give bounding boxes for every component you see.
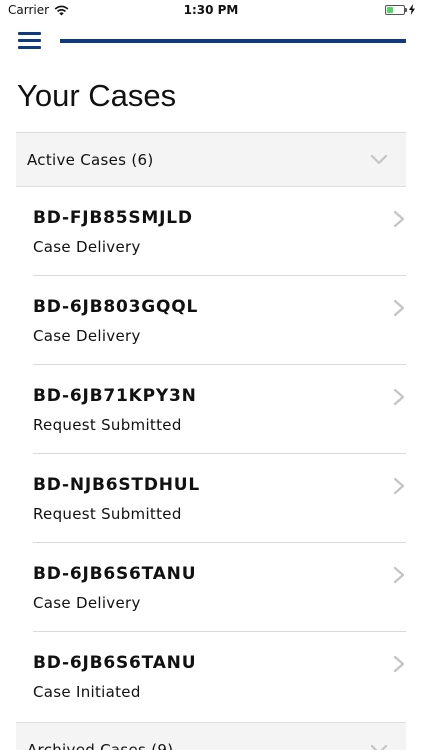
status-bar: Carrier 1:30 PM (0, 0, 422, 22)
battery-fill (387, 6, 393, 13)
case-status: Request Submitted (33, 416, 182, 434)
charging-bolt-icon (409, 4, 415, 15)
case-id: BD-NJB6STDHUL (33, 475, 200, 495)
archived-cases-label: Archived Cases (9) (27, 741, 174, 750)
page-title: Your Cases (17, 78, 177, 113)
case-list-item[interactable]: BD-6JB6S6TANU Case Delivery (33, 543, 406, 632)
case-list-item[interactable]: BD-6JB803GQQL Case Delivery (33, 276, 406, 365)
case-status: Case Initiated (33, 683, 141, 701)
case-list-item[interactable]: BD-6JB6S6TANU Case Initiated (33, 632, 406, 722)
status-right (385, 4, 416, 15)
case-id: BD-6JB803GQQL (33, 297, 199, 317)
chevron-down-icon (370, 744, 388, 750)
case-id: BD-6JB71KPY3N (33, 386, 197, 406)
case-status: Request Submitted (33, 505, 182, 523)
case-status: Case Delivery (33, 327, 141, 345)
nav-accent-rule (60, 39, 406, 43)
chevron-right-icon (393, 210, 405, 228)
case-id: BD-FJB85SMJLD (33, 208, 193, 228)
chevron-right-icon (393, 299, 405, 317)
archived-cases-header[interactable]: Archived Cases (9) (16, 722, 406, 750)
case-list-item[interactable]: BD-FJB85SMJLD Case Delivery (33, 187, 406, 276)
nav-bar (0, 22, 422, 60)
case-status: Case Delivery (33, 238, 141, 256)
chevron-right-icon (393, 388, 405, 406)
chevron-right-icon (393, 477, 405, 495)
case-list-item[interactable]: BD-NJB6STDHUL Request Submitted (33, 454, 406, 543)
active-cases-label: Active Cases (6) (27, 150, 154, 169)
case-list: BD-FJB85SMJLD Case Delivery BD-6JB803GQQL C… (33, 187, 406, 722)
active-cases-header[interactable]: Active Cases (6) (16, 132, 406, 187)
hamburger-menu-icon[interactable] (18, 32, 41, 50)
chevron-right-icon (393, 655, 405, 673)
status-time: 1:30 PM (183, 3, 239, 17)
chevron-down-icon (370, 154, 388, 164)
case-id: BD-6JB6S6TANU (33, 653, 197, 673)
case-id: BD-6JB6S6TANU (33, 564, 197, 584)
case-list-item[interactable]: BD-6JB71KPY3N Request Submitted (33, 365, 406, 454)
battery-icon (385, 4, 407, 15)
case-status: Case Delivery (33, 594, 141, 612)
chevron-right-icon (393, 566, 405, 584)
